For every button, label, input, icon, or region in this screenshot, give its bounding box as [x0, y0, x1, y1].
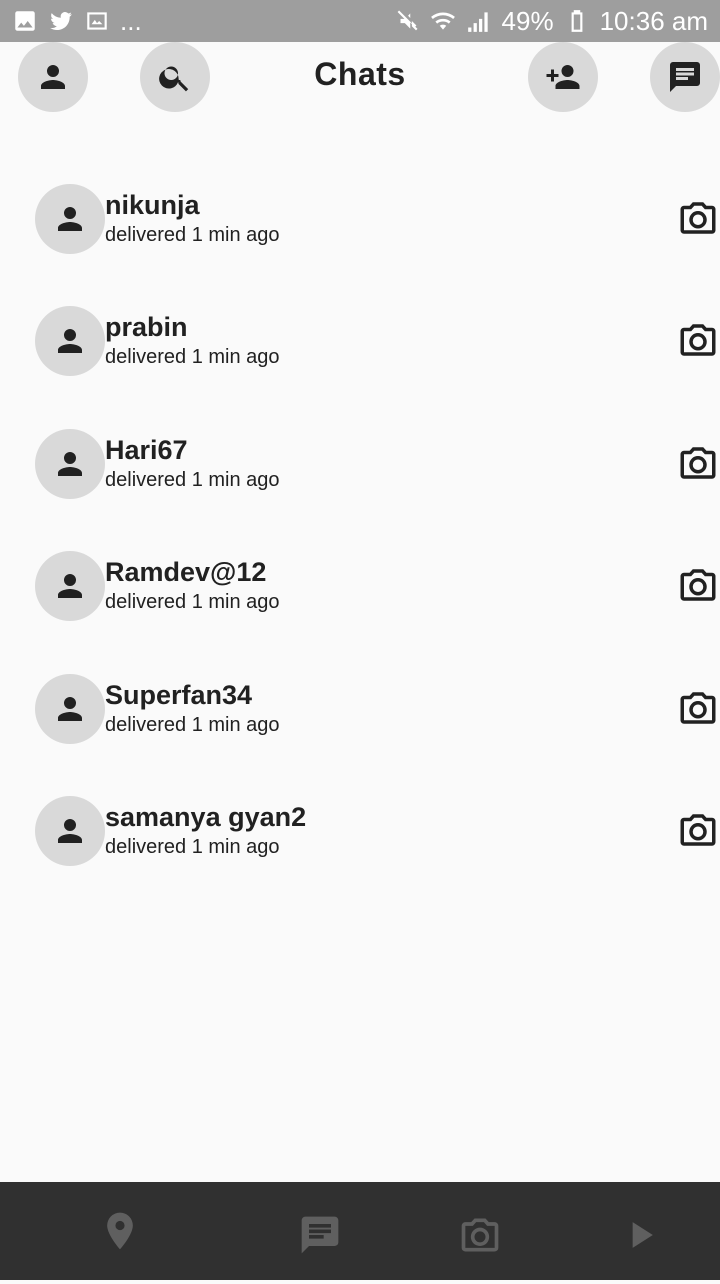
- avatar[interactable]: [35, 184, 105, 254]
- avatar[interactable]: [35, 674, 105, 744]
- add-friend-icon: [546, 65, 580, 89]
- camera-icon: [461, 1218, 499, 1252]
- chat-row[interactable]: Superfan34 delivered 1 min ago: [0, 672, 720, 752]
- play-icon: [632, 1222, 653, 1248]
- chat-name: Ramdev@12: [105, 557, 267, 587]
- camera-button[interactable]: [676, 441, 720, 485]
- photo-frame-icon: [84, 8, 110, 34]
- camera-button[interactable]: [676, 196, 720, 240]
- mute-icon: [394, 8, 420, 34]
- camera-button[interactable]: [676, 318, 720, 362]
- chat-name: Superfan34: [105, 680, 253, 710]
- chat-name: prabin: [105, 312, 188, 342]
- chat-status: delivered 1 min ago: [105, 346, 280, 368]
- status-right: 49% 10:36 am: [394, 6, 708, 37]
- camera-icon: [680, 569, 716, 601]
- camera-icon: [680, 814, 716, 846]
- status-bar: ... 49% 10:36 am: [0, 0, 720, 42]
- chat-row[interactable]: Hari67 delivered 1 min ago: [0, 427, 720, 507]
- person-icon: [58, 697, 82, 721]
- status-left: ...: [12, 6, 142, 37]
- chat-status: delivered 1 min ago: [105, 224, 280, 246]
- header: Chats: [0, 42, 720, 116]
- bottom-nav: [0, 1182, 720, 1280]
- avatar[interactable]: [35, 551, 105, 621]
- camera-button[interactable]: [676, 808, 720, 852]
- chat-name: samanya gyan2: [105, 802, 307, 832]
- person-icon: [58, 452, 82, 476]
- chat-status: delivered 1 min ago: [105, 591, 280, 613]
- nav-play-button[interactable]: [550, 1186, 720, 1284]
- chat-name: Hari67: [105, 435, 188, 465]
- chat-icon: [301, 1216, 339, 1254]
- add-friend-button[interactable]: [528, 42, 598, 112]
- chat-row[interactable]: nikunja delivered 1 min ago: [0, 182, 720, 262]
- chat-status: delivered 1 min ago: [105, 469, 280, 491]
- camera-button[interactable]: [676, 686, 720, 730]
- profile-button[interactable]: [18, 42, 88, 112]
- map-pin-icon: [107, 1212, 133, 1250]
- person-icon: [58, 329, 82, 353]
- chat-row[interactable]: prabin delivered 1 min ago: [0, 304, 720, 384]
- nav-camera-button[interactable]: [390, 1186, 570, 1284]
- wifi-icon: [430, 8, 456, 34]
- profile-icon: [41, 65, 65, 89]
- battery-icon: [564, 8, 590, 34]
- avatar[interactable]: [35, 306, 105, 376]
- camera-button[interactable]: [676, 563, 720, 607]
- camera-icon: [680, 324, 716, 356]
- avatar[interactable]: [35, 796, 105, 866]
- chat-status: delivered 1 min ago: [105, 836, 280, 858]
- twitter-icon: [48, 8, 74, 34]
- new-chat-button[interactable]: [650, 42, 720, 112]
- chat-row[interactable]: samanya gyan2 delivered 1 min ago: [0, 794, 720, 874]
- new-chat-icon: [670, 62, 700, 92]
- chat-name: nikunja: [105, 190, 200, 220]
- nav-map-button[interactable]: [30, 1182, 210, 1280]
- clock: 10:36 am: [599, 5, 708, 36]
- avatar[interactable]: [35, 429, 105, 499]
- camera-icon: [680, 692, 716, 724]
- camera-icon: [680, 447, 716, 479]
- battery-percent: 49%: [501, 5, 554, 36]
- person-icon: [58, 819, 82, 843]
- chat-status: delivered 1 min ago: [105, 714, 280, 736]
- person-icon: [58, 207, 82, 231]
- chat-row[interactable]: Ramdev@12 delivered 1 min ago: [0, 549, 720, 629]
- status-more-text: ...: [120, 5, 142, 36]
- gallery-icon: [12, 8, 38, 34]
- person-icon: [58, 574, 82, 598]
- nav-chat-button[interactable]: [230, 1186, 410, 1284]
- camera-icon: [680, 202, 716, 234]
- signal-icon: [466, 8, 492, 34]
